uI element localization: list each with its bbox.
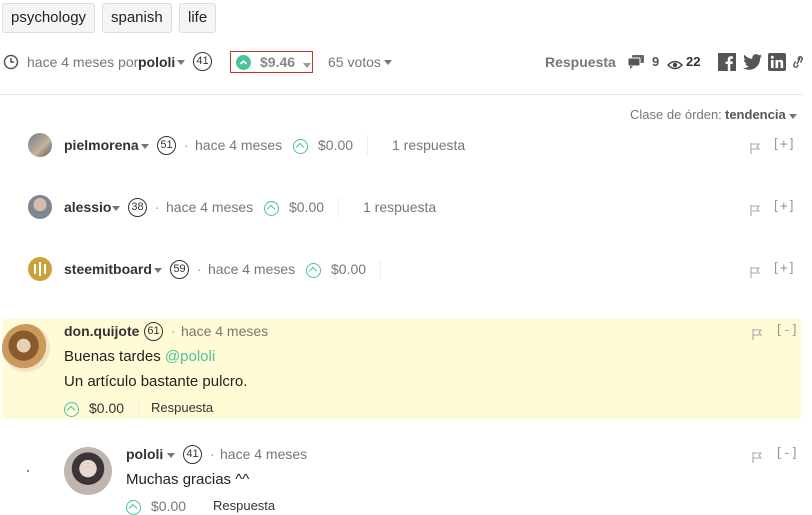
sort-value[interactable]: tendencia	[725, 107, 786, 122]
comment-time[interactable]: hace 4 meses	[208, 261, 295, 277]
post-time: hace 4 meses por	[27, 54, 139, 70]
reply-button[interactable]: Respuesta	[545, 54, 616, 70]
post-author[interactable]: pololi	[138, 54, 175, 70]
separator-dot: ·	[184, 137, 189, 153]
collapse-toggle[interactable]: [-]	[775, 323, 798, 338]
comment-payout[interactable]: $0.00	[331, 261, 366, 277]
reputation-badge: 61	[144, 322, 163, 341]
replies-count[interactable]: 1 respuesta	[392, 137, 465, 153]
divider	[367, 135, 368, 155]
reply-button[interactable]: Respuesta	[213, 498, 275, 513]
reputation-badge: 41	[183, 445, 202, 464]
comment-payout[interactable]: $0.00	[151, 498, 186, 514]
views-count: 22	[686, 54, 701, 69]
clock-icon	[3, 54, 19, 70]
twitter-icon[interactable]	[743, 54, 762, 70]
votes-count[interactable]: 65 votos	[328, 54, 381, 70]
flag-icon[interactable]	[752, 450, 763, 463]
linkedin-icon[interactable]	[768, 53, 786, 71]
upvote-icon[interactable]	[306, 261, 321, 278]
comment-payout[interactable]: $0.00	[89, 400, 124, 416]
comment-author[interactable]: don.quijote	[64, 323, 139, 339]
eye-icon	[666, 57, 684, 70]
comment-body-line: Buenas tardes @pololi	[64, 348, 215, 365]
flag-icon[interactable]	[750, 203, 761, 216]
comments-icon	[627, 55, 645, 69]
divider	[380, 259, 381, 279]
link-icon[interactable]	[792, 55, 804, 69]
reputation-badge: 51	[157, 136, 176, 155]
comment-time[interactable]: hace 4 meses	[195, 137, 282, 153]
author-reputation-badge: 41	[193, 52, 212, 71]
comment-item-reply: pololi 41 · hace 4 meses Muchas gracias …	[0, 442, 812, 515]
comment-payout[interactable]: $0.00	[318, 137, 353, 153]
flag-icon[interactable]	[750, 265, 761, 278]
comment-item: steemitboard 59 · hace 4 meses $0.00 [+]	[0, 257, 812, 283]
comment-author[interactable]: alessio	[64, 199, 111, 215]
author-menu-caret-icon[interactable]	[167, 446, 175, 462]
comment-item: pielmorena 51 · hace 4 meses $0.00 1 res…	[0, 133, 812, 159]
avatar[interactable]	[64, 447, 112, 495]
expand-toggle[interactable]: [+]	[772, 199, 795, 214]
separator-dot: ·	[155, 199, 160, 215]
separator-dot: ·	[197, 261, 202, 277]
facebook-icon[interactable]	[718, 53, 736, 71]
comment-author[interactable]: pololi	[126, 446, 163, 462]
comments-count: 9	[652, 54, 660, 69]
upvote-icon[interactable]	[264, 199, 279, 216]
comment-body-text: Buenas tardes	[64, 348, 161, 365]
divider	[138, 398, 139, 418]
expand-toggle[interactable]: [+]	[772, 261, 795, 276]
steemitboard-logo-icon	[34, 262, 46, 276]
upvote-icon[interactable]	[126, 498, 141, 515]
avatar[interactable]	[28, 257, 52, 281]
author-menu-caret-icon[interactable]	[141, 137, 149, 153]
collapse-toggle[interactable]: [-]	[775, 446, 798, 461]
comment-item-highlighted: don.quijote 61 · hace 4 meses Buenas tar…	[2, 319, 801, 419]
avatar[interactable]	[28, 133, 52, 157]
comment-author[interactable]: steemitboard	[64, 261, 152, 277]
avatar[interactable]	[28, 195, 52, 219]
expand-toggle[interactable]: [+]	[772, 137, 795, 152]
flag-icon[interactable]	[750, 141, 761, 154]
comment-time[interactable]: hace 4 meses	[181, 323, 268, 339]
upvote-icon[interactable]	[236, 55, 251, 70]
divider	[0, 94, 803, 95]
comment-time[interactable]: hace 4 meses	[166, 199, 253, 215]
upvote-icon[interactable]	[293, 137, 308, 154]
tag-spanish[interactable]: spanish	[102, 3, 172, 33]
user-mention-link[interactable]: @pololi	[165, 348, 215, 365]
comment-body-line: Un artículo bastante pulcro.	[64, 373, 248, 390]
payout-caret-icon[interactable]	[303, 57, 311, 75]
separator-dot: ·	[171, 323, 176, 339]
separator-dot: ·	[210, 446, 215, 462]
author-menu-caret-icon[interactable]	[177, 54, 185, 72]
post-payout-box[interactable]: $9.46	[230, 51, 313, 73]
comment-payout[interactable]: $0.00	[289, 199, 324, 215]
sort-label: Clase de órden:	[630, 107, 722, 122]
reputation-badge: 59	[170, 260, 189, 279]
post-payout[interactable]: $9.46	[260, 54, 295, 70]
tag-psychology[interactable]: psychology	[2, 3, 96, 33]
flag-icon[interactable]	[752, 327, 763, 340]
comment-item: alessio 38 · hace 4 meses $0.00 1 respue…	[0, 195, 812, 221]
divider	[338, 197, 339, 217]
comment-body: Muchas gracias ^^	[126, 471, 250, 488]
reply-button[interactable]: Respuesta	[151, 400, 213, 415]
comment-author[interactable]: pielmorena	[64, 137, 139, 153]
reputation-badge: 38	[128, 198, 147, 217]
author-menu-caret-icon[interactable]	[154, 261, 162, 277]
upvote-icon[interactable]	[64, 400, 79, 417]
tag-life[interactable]: life	[179, 3, 217, 33]
comment-time[interactable]: hace 4 meses	[220, 446, 307, 462]
replies-count[interactable]: 1 respuesta	[363, 199, 436, 215]
sort-caret-icon[interactable]	[789, 108, 797, 126]
votes-caret-icon[interactable]	[384, 54, 392, 72]
author-menu-caret-icon[interactable]	[112, 199, 120, 215]
avatar[interactable]	[2, 324, 50, 372]
